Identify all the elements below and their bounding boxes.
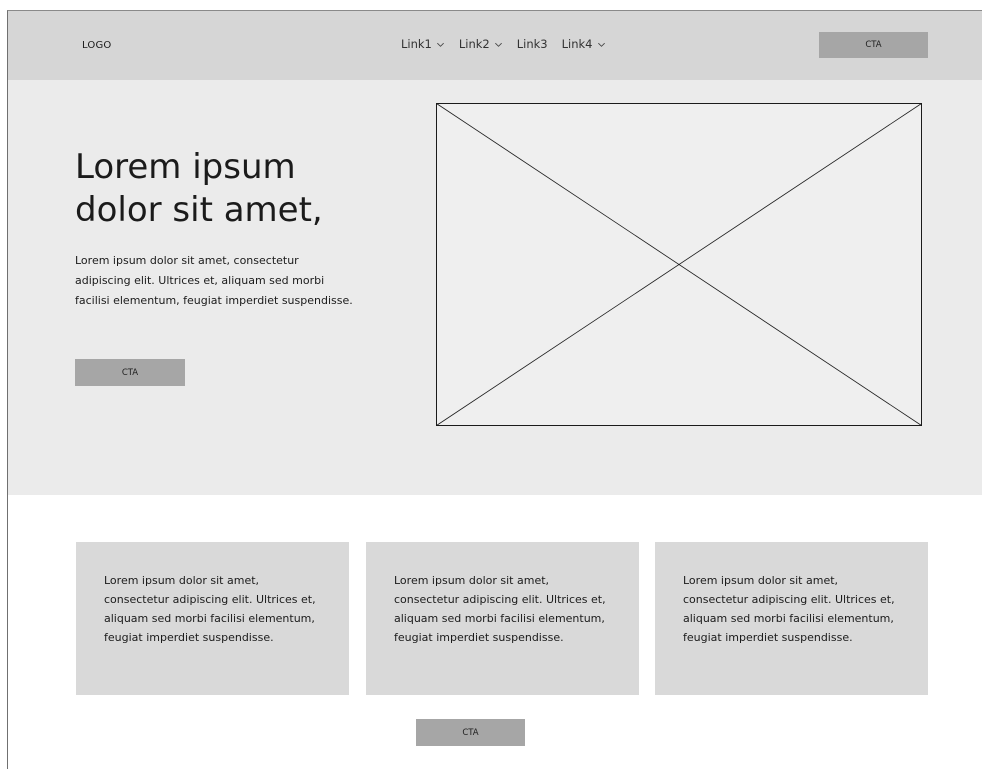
nav-link-1[interactable]: Link1 [401,37,445,51]
hero-cta-button[interactable]: CTA [75,359,185,386]
nav-link-3[interactable]: Link3 [517,37,548,51]
feature-card-text: Lorem ipsum dolor sit amet, consectetur … [104,574,316,644]
chevron-down-icon [436,42,444,47]
chevron-down-icon [494,42,502,47]
nav-link-2[interactable]: Link2 [459,37,503,51]
logo[interactable]: LOGO [82,40,112,51]
hero-body-text: Lorem ipsum dolor sit amet, consectetur … [75,254,353,307]
nav-link-label: Link1 [401,37,432,51]
header-cta-button[interactable]: CTA [819,32,928,58]
hero-section: Lorem ipsum dolor sit amet, Lorem ipsum … [8,80,982,495]
nav-link-label: Link2 [458,37,490,51]
hero-title: Lorem ipsum dolor sit amet, [75,146,375,232]
feature-card-1: Lorem ipsum dolor sit amet, consectetur … [76,542,349,695]
nav-link-label: Link3 [516,37,548,51]
feature-card-2: Lorem ipsum dolor sit amet, consectetur … [366,542,639,695]
chevron-down-icon [597,42,605,47]
feature-card-text: Lorem ipsum dolor sit amet, consectetur … [683,574,895,644]
main-nav: Link1 Link2 Link3 Link4 [401,37,620,51]
feature-card-text: Lorem ipsum dolor sit amet, consectetur … [394,574,606,644]
image-placeholder-icon [436,103,922,426]
image-placeholder-graphic [436,103,922,426]
page-frame: LOGO Link1 Link2 Link3 Link4 CTA Lorem i… [7,10,982,769]
nav-link-label: Link4 [561,37,593,51]
site-header: LOGO Link1 Link2 Link3 Link4 CTA [8,11,982,80]
hero-title-line-1: Lorem ipsum [75,147,296,187]
bottom-cta-button[interactable]: CTA [416,719,525,746]
feature-card-3: Lorem ipsum dolor sit amet, consectetur … [655,542,928,695]
hero-title-line-2: dolor sit amet, [75,190,323,230]
nav-link-4[interactable]: Link4 [562,37,606,51]
